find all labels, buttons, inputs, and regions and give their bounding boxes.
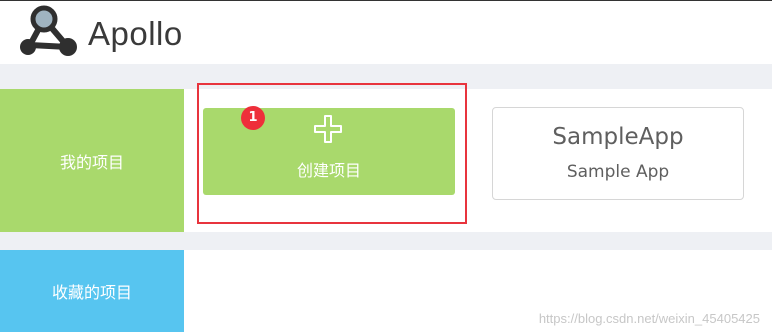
project-card-sampleapp[interactable]: SampleApp Sample App [492, 107, 744, 200]
apollo-portal-page: Apollo 我的项目 创建项目 1 SampleApp Sample App … [0, 0, 772, 332]
section-divider [0, 64, 772, 89]
project-name: SampleApp [552, 124, 684, 150]
watermark: https://blog.csdn.net/weixin_45405425 [538, 311, 760, 326]
step-badge: 1 [241, 106, 265, 130]
app-name: Apollo [88, 15, 183, 52]
plus-icon [314, 115, 342, 143]
section-divider [0, 232, 772, 250]
apollo-logo-icon[interactable] [16, 5, 80, 61]
my-projects-label: 我的项目 [0, 89, 184, 232]
favorite-projects-label: 收藏的项目 [0, 250, 184, 332]
project-description: Sample App [566, 162, 670, 182]
create-project-label: 创建项目 [296, 161, 361, 180]
header: Apollo [0, 0, 772, 64]
